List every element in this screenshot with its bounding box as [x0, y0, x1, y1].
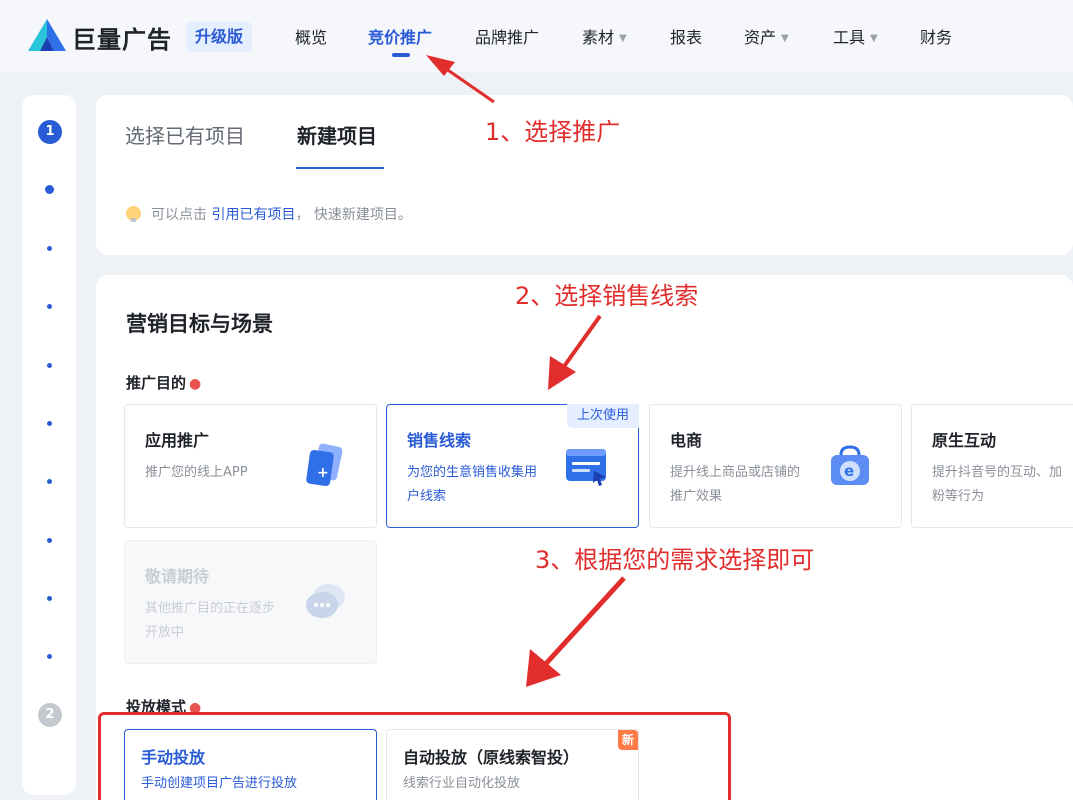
annotation-arrow-2	[548, 314, 602, 390]
annotation-arrow-1	[426, 55, 495, 104]
annotation-arrow-3	[526, 576, 626, 687]
annotation-arrows	[426, 55, 626, 687]
